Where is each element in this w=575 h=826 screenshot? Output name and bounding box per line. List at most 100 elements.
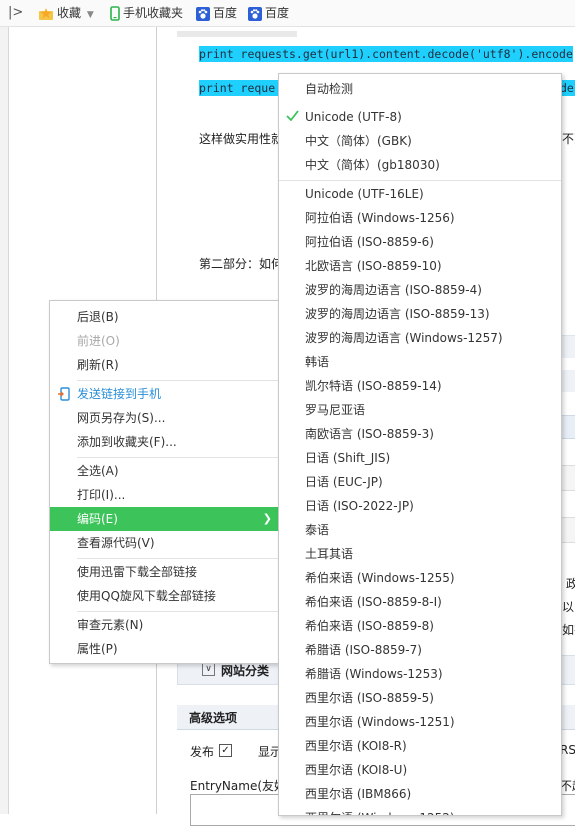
encoding-item[interactable]: 希腊语 (ISO-8859-7): [305, 638, 422, 662]
baidu-paw-icon: [248, 6, 262, 21]
menu-item-forward: 前进(O): [50, 329, 280, 353]
encoding-item[interactable]: 北欧语言 (ISO-8859-10): [305, 254, 442, 278]
menu-item-thunder-download[interactable]: 使用迅雷下载全部链接: [50, 560, 280, 584]
menu-item-encoding[interactable]: 编码(E) ❯: [50, 507, 280, 531]
side-fragment: 以中: [562, 600, 575, 614]
article-paragraph: 这样做实用性就: [199, 132, 284, 146]
menu-item-qq-download[interactable]: 使用QQ旋风下载全部链接: [50, 584, 280, 608]
menu-item-add-favorite[interactable]: 添加到收藏夹(F)...: [50, 430, 280, 454]
menu-item-save-as[interactable]: 网页另存为(S)...: [50, 406, 280, 430]
menu-item-print[interactable]: 打印(I)...: [50, 483, 280, 507]
chevron-right-icon: ❯: [262, 512, 272, 525]
menu-item-label: 查看源代码(V): [77, 536, 155, 550]
menu-item-properties[interactable]: 属性(P): [50, 637, 280, 661]
panel-box: [560, 517, 575, 543]
menu-item-label: 刷新(R): [77, 358, 119, 372]
encoding-item[interactable]: 西里尔语 (IBM866): [305, 782, 411, 806]
menu-item-inspect[interactable]: 审查元素(N): [50, 613, 280, 637]
encoding-item[interactable]: 希伯来语 (Windows-1255): [305, 566, 455, 590]
chevron-down-icon: ▼: [86, 10, 94, 20]
encoding-item[interactable]: Unicode (UTF-16LE): [305, 182, 424, 206]
section-heading: 第二部分：如何: [199, 257, 284, 271]
menu-item-label: 使用QQ旋风下载全部链接: [77, 589, 216, 603]
menu-item-view-source[interactable]: 查看源代码(V): [50, 531, 280, 555]
menu-item-label: 编码(E): [77, 512, 118, 526]
favbar-item-baidu-1[interactable]: 百度: [196, 4, 237, 22]
code-line-2-tail: de(: [560, 80, 575, 96]
encoding-item[interactable]: 西里尔语 (ISO-8859-5): [305, 686, 434, 710]
menu-item-back[interactable]: 后退(B): [50, 305, 280, 329]
encoding-gb18030[interactable]: 中文（简体）(gb18030): [305, 153, 440, 177]
entry-name-label: EntryName(友好: [190, 779, 287, 793]
cut-off-text-line: [177, 31, 297, 37]
entry-name-tail: 不超: [560, 779, 575, 793]
menu-item-refresh[interactable]: 刷新(R): [50, 353, 280, 377]
menu-separator: [77, 457, 280, 458]
encoding-item[interactable]: 罗马尼亚语: [305, 398, 365, 422]
encoding-item[interactable]: 日语 (Shift_JIS): [305, 446, 390, 470]
encoding-submenu: 自动检测 Unicode (UTF-8) 中文（简体）(GBK) 中文（简体）(…: [278, 73, 562, 816]
favorites-menu-button[interactable]: 收藏 ▼: [38, 4, 94, 22]
code-line-1: print requests.get(url1).content.decode(…: [199, 46, 573, 62]
encoding-item[interactable]: 希伯来语 (ISO-8859-8): [305, 614, 434, 638]
context-menu: 后退(B) 前进(O) 刷新(R) 发送链接到手机 网页另存为(S)... 添加…: [49, 300, 281, 664]
left-edge-panel: [0, 27, 9, 814]
favbar-item-baidu-2[interactable]: 百度: [248, 4, 289, 22]
article-paragraph-tail: 不到: [562, 132, 575, 146]
favbar-item-label: 手机收藏夹: [123, 6, 184, 20]
favorites-bar: |> 收藏 ▼ 手机收藏夹 百度 百度: [0, 0, 575, 27]
site-category-title: 网站分类: [221, 664, 270, 678]
encoding-item[interactable]: 希腊语 (Windows-1253): [305, 662, 443, 686]
encoding-item[interactable]: 土耳其语: [305, 542, 353, 566]
menu-item-send-to-phone[interactable]: 发送链接到手机: [50, 382, 280, 406]
encoding-item[interactable]: 日语 (EUC-JP): [305, 470, 383, 494]
panel-box: [560, 415, 575, 439]
expand-toggle-icon[interactable]: ∨: [202, 663, 215, 676]
favbar-item-label: 百度: [213, 6, 238, 20]
menu-item-label: 网页另存为(S)...: [77, 411, 166, 425]
send-to-phone-icon: [58, 387, 70, 401]
menu-separator: [279, 180, 561, 181]
encoding-utf8[interactable]: Unicode (UTF-8): [305, 105, 402, 129]
publish-checkbox[interactable]: ✓: [219, 744, 232, 757]
menu-item-label: 发送链接到手机: [77, 387, 162, 401]
panel-box: [560, 465, 575, 491]
encoding-item[interactable]: 波罗的海周边语言 (ISO-8859-4): [305, 278, 482, 302]
publish-label: 发布: [190, 745, 215, 759]
favbar-item-mobile[interactable]: 手机收藏夹: [110, 4, 183, 22]
encoding-item[interactable]: 波罗的海周边语言 (ISO-8859-13): [305, 302, 490, 326]
encoding-item[interactable]: 西里尔语 (Windows-1252): [305, 806, 455, 815]
menu-item-label: 添加到收藏夹(F)...: [77, 435, 177, 449]
phone-icon: [110, 6, 120, 21]
menu-item-select-all[interactable]: 全选(A): [50, 459, 280, 483]
menu-separator: [77, 558, 280, 559]
menu-item-label: 属性(P): [77, 642, 118, 656]
menu-separator: [77, 611, 280, 612]
encoding-item[interactable]: 泰语: [305, 518, 329, 542]
encoding-auto-detect[interactable]: 自动检测: [305, 77, 353, 101]
encoding-item[interactable]: 日语 (ISO-2022-JP): [305, 494, 414, 518]
baidu-paw-icon: [196, 6, 210, 21]
sidebar-toggle-icon[interactable]: |>: [8, 4, 23, 22]
menu-item-label: 前进(O): [77, 334, 120, 348]
menu-item-label: 全选(A): [77, 464, 119, 478]
encoding-item[interactable]: 韩语: [305, 350, 329, 374]
encoding-item[interactable]: 希伯来语 (ISO-8859-8-I): [305, 590, 442, 614]
encoding-item[interactable]: 阿拉伯语 (Windows-1256): [305, 206, 455, 230]
encoding-item[interactable]: 阿拉伯语 (ISO-8859-6): [305, 230, 434, 254]
star-folder-icon: [39, 7, 53, 20]
encoding-item[interactable]: 西里尔语 (Windows-1251): [305, 710, 455, 734]
encoding-item[interactable]: 南欧语言 (ISO-8859-3): [305, 422, 434, 446]
side-fragment: 如有: [562, 623, 575, 637]
encoding-gbk[interactable]: 中文（简体）(GBK): [305, 129, 412, 153]
encoding-item[interactable]: 波罗的海周边语言 (Windows-1257): [305, 326, 503, 350]
encoding-item[interactable]: 西里尔语 (KOI8-U): [305, 758, 407, 782]
advanced-options-title: 高级选项: [189, 711, 238, 725]
favorites-label: 收藏: [57, 6, 82, 20]
encoding-item[interactable]: 西里尔语 (KOI8-R): [305, 734, 407, 758]
menu-separator: [77, 380, 280, 381]
menu-item-label: 使用迅雷下载全部链接: [77, 565, 198, 579]
menu-item-label: 打印(I)...: [77, 488, 126, 502]
favbar-item-label: 百度: [265, 6, 290, 20]
encoding-item[interactable]: 凯尔特语 (ISO-8859-14): [305, 374, 442, 398]
